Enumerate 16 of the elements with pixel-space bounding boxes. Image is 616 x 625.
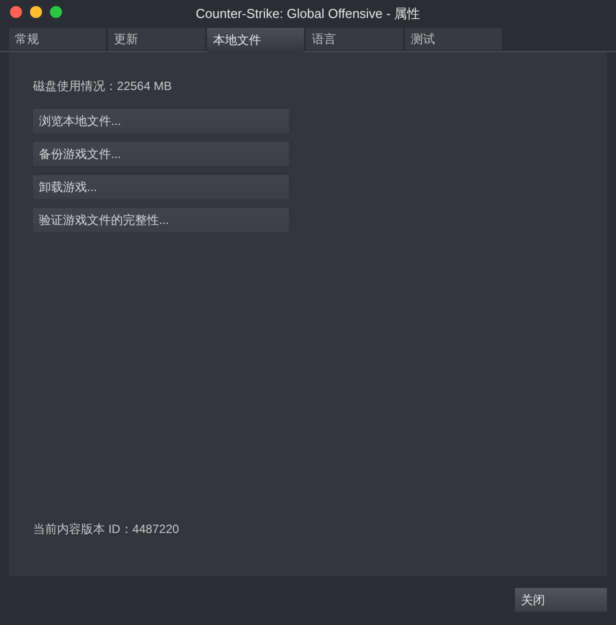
tab[interactable]: 常规: [9, 28, 106, 50]
tab[interactable]: 本地文件: [207, 28, 304, 52]
action-button[interactable]: 验证游戏文件的完整性...: [33, 208, 289, 232]
content-version-text: 当前内容版本 ID：4487220: [33, 521, 180, 538]
tab[interactable]: 测试: [405, 28, 502, 50]
action-button[interactable]: 备份游戏文件...: [33, 142, 289, 166]
close-window-icon[interactable]: [10, 6, 22, 18]
window-title: Counter-Strike: Global Offensive - 属性: [196, 5, 420, 24]
close-button[interactable]: 关闭: [515, 588, 607, 612]
action-button[interactable]: 卸载游戏...: [33, 175, 289, 199]
disk-usage-text: 磁盘使用情况：22564 MB: [33, 78, 173, 95]
action-button[interactable]: 浏览本地文件...: [33, 109, 289, 133]
tab[interactable]: 语言: [306, 28, 403, 50]
minimize-window-icon[interactable]: [30, 6, 42, 18]
zoom-window-icon[interactable]: [50, 6, 62, 18]
tab[interactable]: 更新: [108, 28, 205, 50]
